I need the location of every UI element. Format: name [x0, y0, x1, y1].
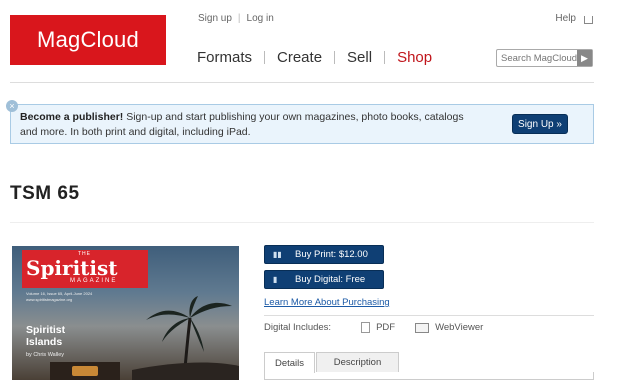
webviewer-label: WebViewer	[435, 322, 484, 333]
page-title: TSM 65	[10, 183, 80, 204]
nav-divider	[334, 51, 336, 64]
search-go-icon[interactable]: ▶	[577, 50, 592, 66]
cover-story-line-2: Islands	[26, 336, 63, 348]
nav-formats[interactable]: Formats	[197, 49, 252, 66]
signup-button[interactable]: Sign Up »	[512, 114, 568, 134]
account-links: Sign up | Log in	[198, 13, 274, 24]
magcloud-logo[interactable]: MagCloud	[10, 15, 166, 65]
tab-details[interactable]: Details	[264, 352, 315, 373]
digital-includes-row: Digital Includes: PDF WebViewer	[264, 322, 483, 333]
buy-print-label: Buy Print: $12.00	[295, 249, 368, 260]
banner-text: Become a publisher! Sign-up and start pu…	[20, 110, 480, 140]
palm-tree-icon	[132, 296, 239, 380]
help-link[interactable]: Help	[555, 13, 576, 24]
search-input[interactable]	[497, 50, 577, 66]
document-icon: ▮	[273, 275, 278, 284]
buy-digital-label: Buy Digital: Free	[295, 274, 366, 285]
help-area: Help	[555, 13, 593, 24]
learn-more-link[interactable]: Learn More About Purchasing	[264, 297, 390, 308]
publisher-banner: × Become a publisher! Sign-up and start …	[6, 100, 594, 144]
cover-light	[72, 366, 98, 376]
cover-site: www.spiritistmagazine.org	[26, 297, 73, 302]
purchase-divider	[264, 315, 594, 316]
book-icon: ▮▮	[273, 250, 282, 259]
buy-print-button[interactable]: ▮▮ Buy Print: $12.00	[264, 245, 384, 264]
header-divider	[10, 82, 594, 83]
tab-panel	[264, 372, 594, 380]
nav-create[interactable]: Create	[277, 49, 322, 66]
nav-sell[interactable]: Sell	[347, 49, 372, 66]
masthead-title: Spiritist	[26, 256, 118, 280]
banner-headline: Become a publisher!	[20, 111, 124, 123]
main-nav: Formats Create Sell Shop	[197, 49, 432, 66]
masthead-subtitle: MAGAZINE	[70, 278, 118, 284]
digital-includes-label: Digital Includes:	[264, 322, 332, 333]
signup-link[interactable]: Sign up	[198, 13, 232, 24]
pdf-icon	[361, 322, 371, 333]
buy-digital-button[interactable]: ▮ Buy Digital: Free	[264, 270, 384, 289]
login-link[interactable]: Log in	[247, 13, 274, 24]
nav-shop[interactable]: Shop	[397, 49, 432, 66]
cover-story-title: Spiritist Islands	[26, 324, 65, 348]
cart-icon[interactable]	[584, 15, 593, 24]
title-divider	[10, 222, 594, 223]
close-icon[interactable]: ×	[6, 100, 18, 112]
cover-story-line-1: Spiritist	[26, 324, 66, 336]
cover-masthead: THE Spiritist MAGAZINE	[22, 250, 148, 288]
cover-issue-line: Volume 16, Issue 65, April-June 2024	[26, 291, 93, 296]
nav-divider	[384, 51, 386, 64]
link-separator: |	[237, 13, 241, 24]
cover-byline: by Chris Walley	[26, 352, 64, 358]
pdf-label: PDF	[376, 322, 396, 333]
magazine-cover[interactable]: THE Spiritist MAGAZINE Volume 16, Issue …	[12, 246, 239, 380]
search-box: ▶	[496, 49, 593, 67]
nav-divider	[264, 51, 266, 64]
monitor-icon	[415, 322, 430, 333]
tab-description[interactable]: Description	[316, 352, 399, 372]
